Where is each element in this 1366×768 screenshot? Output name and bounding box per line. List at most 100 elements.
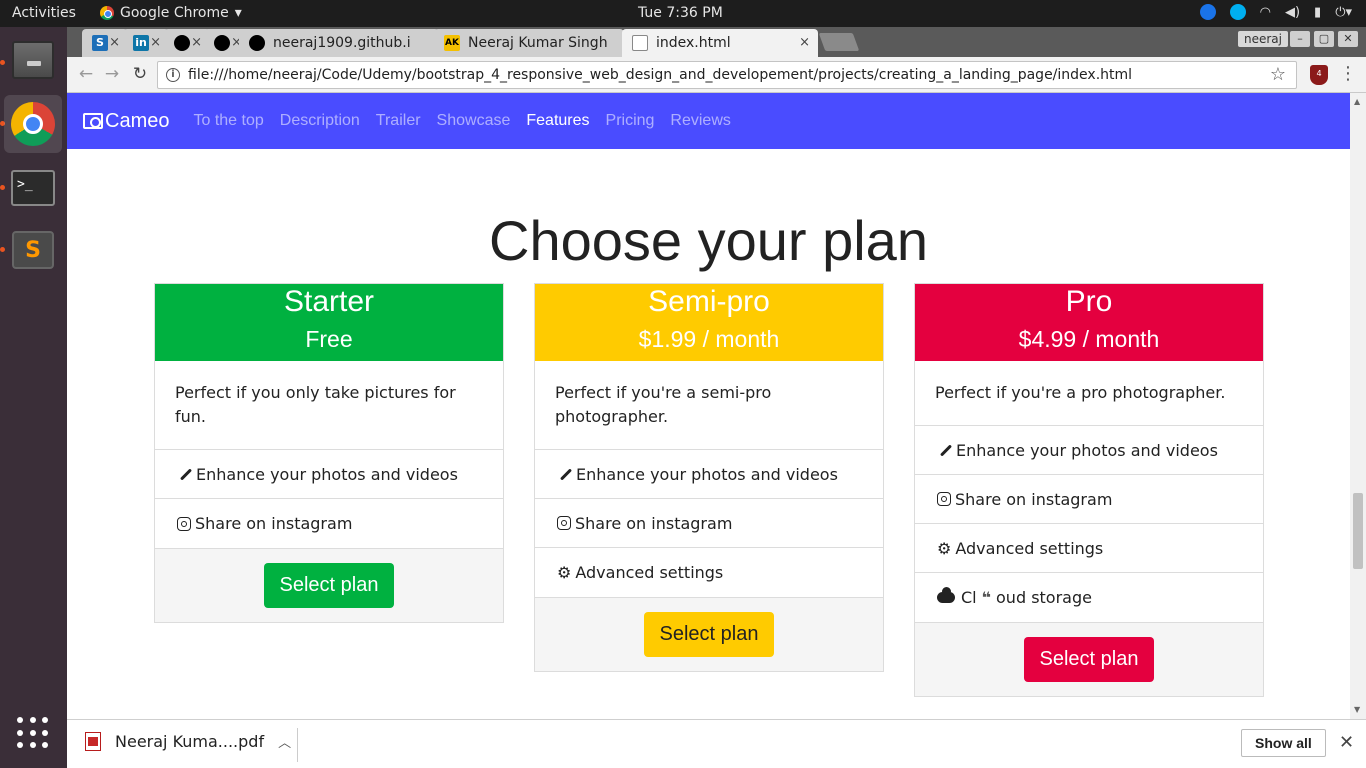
close-icon[interactable]: × — [109, 35, 120, 50]
teamviewer-icon[interactable] — [1199, 4, 1216, 20]
launcher: >_ S — [0, 27, 67, 768]
select-plan-button[interactable]: Select plan — [1023, 637, 1155, 682]
tab-github-pages[interactable]: neeraj1909.github.i — [239, 29, 439, 57]
volume-icon[interactable]: ◀) — [1285, 5, 1300, 20]
minimize-icon[interactable]: – — [1290, 31, 1310, 47]
feature-text: Enhance your photos and videos — [576, 464, 838, 484]
reload-icon[interactable]: ↻ — [129, 63, 151, 85]
wifi-icon[interactable]: ◠ — [1260, 5, 1271, 20]
maximize-icon[interactable]: ▢ — [1314, 31, 1334, 47]
sublime-launcher[interactable]: S — [4, 221, 62, 279]
show-apps-icon[interactable] — [17, 717, 49, 749]
app-menu-label: Google Chrome — [120, 5, 229, 21]
tab-label: Neeraj Kumar Singh — [468, 35, 608, 51]
info-icon[interactable]: i — [166, 68, 180, 82]
quote-icon: ❝ — [981, 588, 992, 607]
tab-neeraj-resume[interactable]: AK Neeraj Kumar Singh — [434, 29, 624, 57]
chrome-menu-icon[interactable]: ⋮ — [1339, 65, 1357, 83]
bookmark-star-icon[interactable]: ☆ — [1270, 62, 1286, 88]
chevron-up-icon[interactable]: ︿ — [278, 732, 291, 751]
close-icon[interactable]: × — [150, 35, 161, 50]
tab-label: index.html — [656, 35, 731, 51]
instagram-icon — [937, 492, 951, 506]
close-icon[interactable]: × — [799, 35, 810, 50]
address-bar[interactable]: i file:///home/neeraj/Code/Udemy/bootstr… — [157, 61, 1297, 89]
feature-text: Enhance your photos and videos — [196, 464, 458, 484]
close-window-icon[interactable]: ✕ — [1338, 31, 1358, 47]
download-filename: Neeraj Kuma....pdf — [115, 732, 265, 751]
activities-button[interactable]: Activities — [12, 5, 76, 21]
feature-item: Cl ❝ oud storage — [915, 573, 1263, 622]
feature-item: Share on instagram — [915, 475, 1263, 524]
clock[interactable]: Tue 7:36 PM — [638, 5, 723, 21]
feature-item: Enhance your photos and videos — [915, 426, 1263, 475]
plan-name: Pro — [1065, 285, 1113, 318]
github-icon — [249, 35, 265, 51]
feature-list: Enhance your photos and videos Share on … — [915, 425, 1263, 622]
select-plan-button[interactable]: Select plan — [643, 612, 775, 657]
plan-header: Starter Free — [155, 284, 503, 361]
system-top-panel: Activities Google Chrome ▾ Tue 7:36 PM ◠… — [0, 0, 1366, 27]
files-launcher[interactable] — [4, 31, 62, 89]
window-controls: – ▢ ✕ — [1290, 31, 1358, 47]
terminal-icon: >_ — [11, 170, 55, 206]
close-icon[interactable]: ✕ — [1339, 732, 1354, 753]
site-navbar: Cameo To the top Description Trailer Sho… — [67, 93, 1350, 149]
chrome-launcher[interactable] — [4, 95, 62, 153]
cloud-icon — [937, 587, 955, 603]
brand-link[interactable]: Cameo — [83, 110, 169, 133]
nav-link-pricing[interactable]: Pricing — [598, 112, 663, 130]
plan-price: Free — [305, 326, 353, 352]
plan-description: Perfect if you're a semi-pro photographe… — [555, 383, 772, 426]
linkedin-icon: in — [133, 35, 149, 51]
tab-linkedin[interactable]: in × — [123, 29, 169, 57]
ublock-extension-icon[interactable]: 4 — [1310, 65, 1328, 85]
download-item[interactable]: Neeraj Kuma....pdf ︿ — [85, 732, 291, 751]
sublime-icon: S — [12, 231, 54, 269]
show-all-button[interactable]: Show all — [1241, 729, 1326, 757]
power-icon[interactable]: ⏻▾ — [1335, 5, 1352, 20]
pricing-heading: Choose your plan — [489, 209, 928, 272]
page-scrollbar[interactable]: ▲ ▼ — [1350, 93, 1366, 719]
system-tray: ◠ ◀) ▮ ⏻▾ — [1199, 4, 1352, 20]
github-icon — [174, 35, 190, 51]
tab-index-html[interactable]: index.html × — [622, 29, 818, 57]
plan-description: Perfect if you're a pro photographer. — [935, 383, 1226, 402]
plan-footer: Select plan — [155, 548, 503, 622]
plan-footer: Select plan — [915, 622, 1263, 696]
forward-arrow-icon[interactable]: → — [101, 63, 123, 85]
nav-link-showcase[interactable]: Showcase — [429, 112, 519, 130]
scroll-up-icon[interactable]: ▲ — [1354, 97, 1360, 106]
nav-link-trailer[interactable]: Trailer — [368, 112, 429, 130]
nav-link-features[interactable]: Features — [518, 112, 597, 130]
download-shelf: Neeraj Kuma....pdf ︿ Show all ✕ — [67, 719, 1366, 768]
ak-logo-icon: AK — [444, 35, 460, 51]
profile-button[interactable]: neeraj — [1238, 31, 1288, 47]
new-tab-button[interactable] — [818, 33, 860, 51]
battery-icon[interactable]: ▮ — [1314, 5, 1321, 20]
tab-pinned-s[interactable]: S × — [82, 29, 128, 57]
chrome-icon — [11, 102, 55, 146]
gears-icon: ⚙ — [937, 538, 952, 558]
select-plan-button[interactable]: Select plan — [263, 563, 395, 608]
paintbrush-icon — [557, 467, 572, 482]
close-icon[interactable]: × — [191, 35, 202, 50]
feature-item: Enhance your photos and videos — [535, 450, 883, 499]
github-icon — [214, 35, 230, 51]
feature-text: Share on instagram — [575, 513, 733, 533]
skype-icon[interactable] — [1229, 4, 1246, 20]
terminal-launcher[interactable]: >_ — [4, 159, 62, 217]
pdf-file-icon — [85, 732, 101, 751]
paintbrush-icon — [177, 467, 192, 482]
nav-link-top[interactable]: To the top — [185, 112, 271, 130]
url-text: file:///home/neeraj/Code/Udemy/bootstrap… — [188, 67, 1133, 83]
gears-icon: ⚙ — [557, 563, 572, 582]
plan-name: Semi-pro — [648, 285, 770, 318]
scroll-down-icon[interactable]: ▼ — [1354, 705, 1360, 714]
scroll-thumb[interactable] — [1353, 493, 1363, 569]
nav-link-description[interactable]: Description — [272, 112, 368, 130]
app-menu[interactable]: Google Chrome ▾ — [100, 5, 242, 21]
nav-link-reviews[interactable]: Reviews — [662, 112, 738, 130]
divider — [297, 728, 298, 762]
back-arrow-icon[interactable]: ← — [75, 63, 97, 85]
